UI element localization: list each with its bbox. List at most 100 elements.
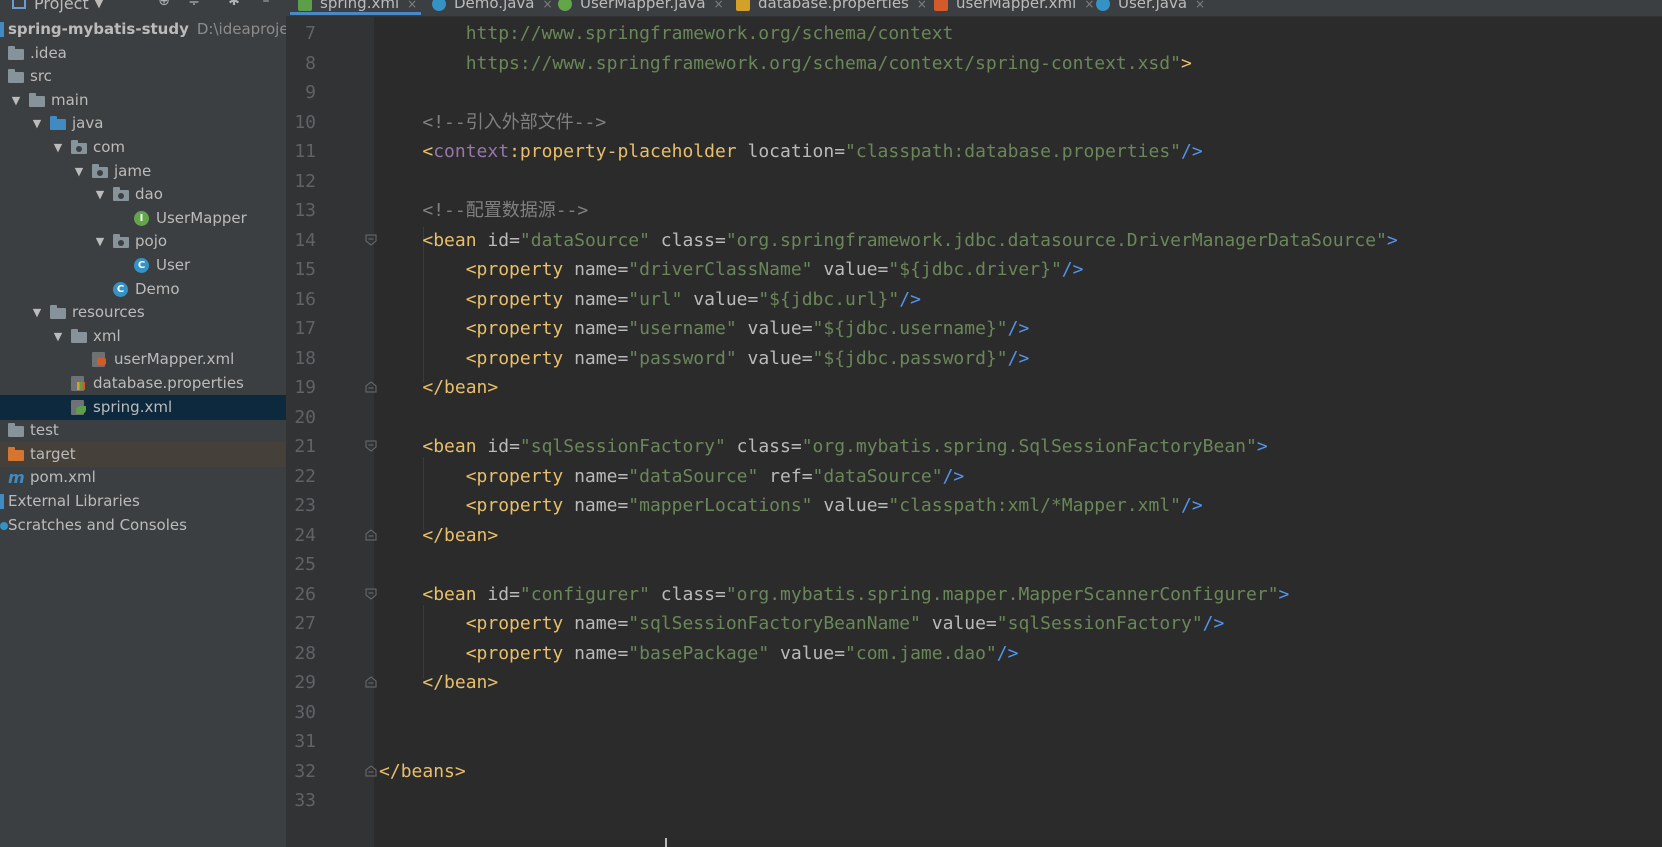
code-line[interactable]: 23 <property name="mapperLocations" valu… xyxy=(286,490,1662,521)
chevron-down-icon[interactable]: ▼ xyxy=(52,324,64,349)
chevron-down-icon[interactable]: ▼ xyxy=(95,0,103,10)
tree-item--idea[interactable]: .idea xyxy=(0,41,286,66)
tab-demo-java[interactable]: Demo.java × xyxy=(432,0,553,15)
tab-label: UserMapper.java xyxy=(580,0,706,12)
tree-item-dao[interactable]: ▼ dao xyxy=(0,182,286,207)
code-line[interactable]: 9 xyxy=(286,77,1662,108)
tree-item-user[interactable]: C User xyxy=(0,253,286,278)
close-icon[interactable]: × xyxy=(917,0,927,11)
tree-item-pom-xml[interactable]: m pom.xml xyxy=(0,465,286,490)
tab-user-java[interactable]: User.java × xyxy=(1096,0,1205,15)
code-line[interactable]: 15 <property name="driverClassName" valu… xyxy=(286,254,1662,285)
tree-item-label: src xyxy=(30,67,52,85)
code-line[interactable]: 8 https://www.springframework.org/schema… xyxy=(286,48,1662,79)
locate-icon[interactable]: ⊕ xyxy=(156,0,172,9)
code-editor[interactable]: 7 http://www.springframework.org/schema/… xyxy=(286,17,1662,847)
line-number: 8 xyxy=(305,53,316,74)
attr-token: value xyxy=(769,643,835,664)
code-line[interactable]: 29 </bean> xyxy=(286,667,1662,698)
tree-item-label: target xyxy=(30,445,76,463)
tree-item-xml[interactable]: ▼ xml xyxy=(0,324,286,349)
tree-item-label: UserMapper xyxy=(156,209,247,227)
code-line[interactable]: 10 <!--引入外部文件--> xyxy=(286,107,1662,138)
chevron-right-icon[interactable]: ▶ xyxy=(0,418,1,443)
code-text: <context:property-placeholder location="… xyxy=(379,136,1202,167)
tree-item-label: dao xyxy=(135,185,163,203)
code-line[interactable]: 7 http://www.springframework.org/schema/… xyxy=(286,18,1662,49)
code-line[interactable]: 28 <property name="basePackage" value="c… xyxy=(286,638,1662,669)
fold-open-icon[interactable] xyxy=(365,234,377,246)
tree-item-demo[interactable]: C Demo xyxy=(0,277,286,302)
code-line[interactable]: 20 xyxy=(286,402,1662,433)
code-line[interactable]: 26 <bean id="configurer" class="org.myba… xyxy=(286,579,1662,610)
collapse-all-icon[interactable]: ≑ xyxy=(186,0,202,9)
chevron-down-icon[interactable]: ▼ xyxy=(94,229,106,254)
code-line[interactable]: 18 <property name="password" value="${jd… xyxy=(286,343,1662,374)
project-view-title[interactable]: Project xyxy=(34,0,89,13)
minimize-icon[interactable]: – xyxy=(258,0,274,9)
close-icon[interactable]: × xyxy=(407,0,417,11)
code-line[interactable]: 11 <context:property-placeholder locatio… xyxy=(286,136,1662,167)
tree-item-usermapper-xml[interactable]: userMapper.xml xyxy=(0,347,286,372)
code-line[interactable]: 19 </bean> xyxy=(286,372,1662,403)
tree-item-main[interactable]: ▼ main xyxy=(0,88,286,113)
tree-item-resources[interactable]: ▼ resources xyxy=(0,300,286,325)
code-line[interactable]: 32 </beans> xyxy=(286,756,1662,787)
gear-icon[interactable]: ✱ xyxy=(226,0,242,9)
spring-xml-icon xyxy=(71,400,86,415)
tree-item-spring-xml[interactable]: spring.xml xyxy=(0,395,286,420)
xml-icon xyxy=(934,0,948,11)
tree-item-pojo[interactable]: ▼ pojo xyxy=(0,229,286,254)
tab-spring-xml[interactable]: spring.xml × xyxy=(289,0,422,15)
tree-item-target[interactable]: target xyxy=(0,442,286,467)
close-icon[interactable]: × xyxy=(714,0,724,11)
tree-item-database-properties[interactable]: database.properties xyxy=(0,371,286,396)
fold-close-icon[interactable] xyxy=(365,381,377,393)
code-line[interactable]: 17 <property name="username" value="${jd… xyxy=(286,313,1662,344)
close-icon[interactable]: × xyxy=(1084,0,1094,11)
tree-item-com[interactable]: ▼ com xyxy=(0,135,286,160)
chevron-down-icon[interactable]: ▼ xyxy=(31,111,43,136)
code-line[interactable]: 12 xyxy=(286,166,1662,197)
tree-item-scratches-and-consoles[interactable]: Scratches and Consoles xyxy=(0,513,286,538)
fold-open-icon[interactable] xyxy=(365,588,377,600)
close-icon[interactable]: × xyxy=(1195,0,1205,11)
tree-item-src[interactable]: src xyxy=(0,64,286,89)
tree-item-spring-mybatis-study[interactable]: spring-mybatis-studyD:\ideaproject\ xyxy=(0,17,286,42)
code-line[interactable]: 24 </bean> xyxy=(286,520,1662,551)
code-line[interactable]: 33 xyxy=(286,785,1662,816)
chevron-down-icon[interactable]: ▼ xyxy=(73,159,85,184)
chevron-down-icon[interactable]: ▼ xyxy=(31,300,43,325)
fold-close-icon[interactable] xyxy=(365,765,377,777)
tree-item-java[interactable]: ▼ java xyxy=(0,111,286,136)
bracket-token: < xyxy=(465,318,477,339)
code-line[interactable]: 16 <property name="url" value="${jdbc.ur… xyxy=(286,284,1662,315)
val-token: "org.mybatis.spring.SqlSessionFactoryBea… xyxy=(801,436,1257,457)
code-text: <property name="url" value="${jdbc.url}"… xyxy=(379,284,921,315)
code-line[interactable]: 13 <!--配置数据源--> xyxy=(286,195,1662,226)
val-token: "sqlSessionFactory" xyxy=(996,613,1203,634)
code-line[interactable]: 31 xyxy=(286,726,1662,757)
chevron-down-icon[interactable]: ▼ xyxy=(94,182,106,207)
chevron-down-icon[interactable]: ▼ xyxy=(52,135,64,160)
code-line[interactable]: 25 xyxy=(286,549,1662,580)
code-line[interactable]: 30 xyxy=(286,697,1662,728)
code-line[interactable]: 21 <bean id="sqlSessionFactory" class="o… xyxy=(286,431,1662,462)
chevron-down-icon[interactable]: ▼ xyxy=(10,88,22,113)
tree-item-usermapper[interactable]: I UserMapper xyxy=(0,206,286,231)
tab-usermapper-xml[interactable]: userMapper.xml × xyxy=(934,0,1094,15)
tree-item-external-libraries[interactable]: External Libraries xyxy=(0,489,286,514)
tab-usermapper-java[interactable]: UserMapper.java × xyxy=(558,0,724,15)
code-line[interactable]: 27 <property name="sqlSessionFactoryBean… xyxy=(286,608,1662,639)
tree-item-test[interactable]: ▶ test xyxy=(0,418,286,443)
fold-open-icon[interactable] xyxy=(365,440,377,452)
code-line[interactable]: 22 <property name="dataSource" ref="data… xyxy=(286,461,1662,492)
tab-database-properties[interactable]: database.properties × xyxy=(736,0,927,15)
tree-item-jame[interactable]: ▼ jame xyxy=(0,159,286,184)
close-icon[interactable]: × xyxy=(543,0,553,11)
code-text: <bean id="dataSource" class="org.springf… xyxy=(379,225,1397,256)
fold-close-icon[interactable] xyxy=(365,676,377,688)
code-line[interactable]: 14 <bean id="dataSource" class="org.spri… xyxy=(286,225,1662,256)
fold-close-icon[interactable] xyxy=(365,529,377,541)
